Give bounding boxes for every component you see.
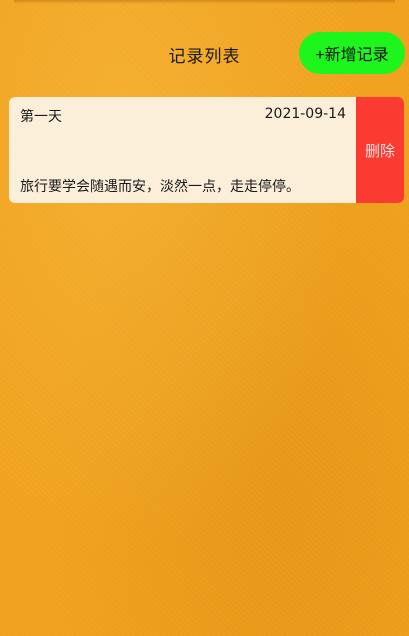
- record-card[interactable]: 第一天 2021-09-14 旅行要学会随遇而安，淡然一点，走走停停。: [9, 97, 356, 203]
- header: 记录列表 +新增记录: [0, 0, 409, 92]
- record-list: 第一天 2021-09-14 旅行要学会随遇而安，淡然一点，走走停停。 删除: [9, 97, 404, 203]
- record-title: 第一天: [20, 109, 62, 125]
- add-record-button[interactable]: +新增记录: [299, 32, 405, 74]
- record-content: 旅行要学会随遇而安，淡然一点，走走停停。: [20, 179, 300, 195]
- delete-button[interactable]: 删除: [356, 97, 404, 203]
- list-item[interactable]: 第一天 2021-09-14 旅行要学会随遇而安，淡然一点，走走停停。 删除: [9, 97, 404, 203]
- background: [0, 0, 409, 636]
- record-date: 2021-09-14: [264, 106, 346, 122]
